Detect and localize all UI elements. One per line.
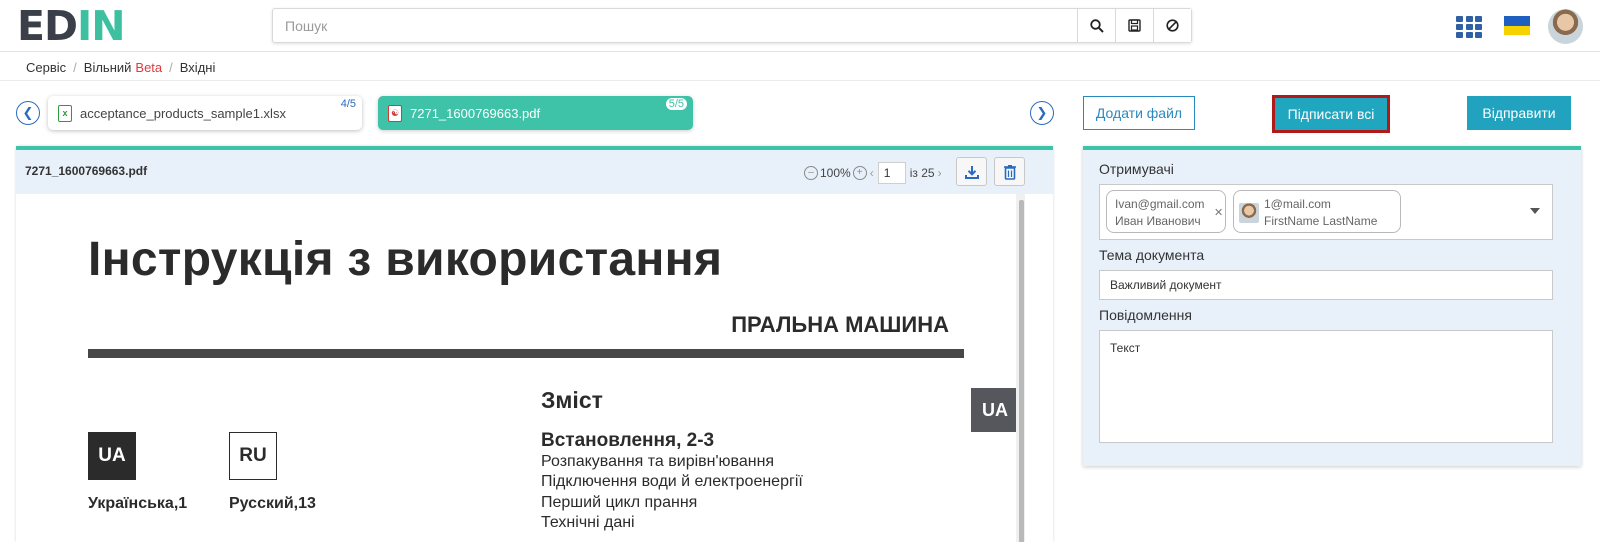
lang-label-ru: Русский,13: [229, 495, 316, 512]
logo-text-part1: ED: [17, 2, 78, 50]
lang-label-ua: Українська,1: [88, 495, 188, 512]
send-button[interactable]: Відправити: [1467, 96, 1571, 130]
doc-title: Інструкція з використання: [88, 233, 723, 286]
zoom-level: 100%: [820, 166, 851, 180]
breadcrumb-separator: /: [73, 59, 77, 75]
breadcrumb-divider: [0, 80, 1600, 81]
recipient-avatar: [1239, 203, 1259, 223]
beta-badge: Beta: [135, 59, 163, 75]
subject-label: Тема документа: [1099, 247, 1205, 263]
recipient-name: Иван Иванович: [1115, 214, 1201, 228]
file-tab-counter: 4/5: [340, 98, 356, 110]
breadcrumb-separator: /: [169, 59, 173, 75]
document-page: Інструкція з використання ПРАЛЬНА МАШИНА…: [16, 194, 1053, 542]
next-file-button[interactable]: ❯: [1030, 101, 1054, 125]
search-input[interactable]: [273, 9, 1077, 42]
breadcrumb-service[interactable]: Сервіс: [26, 60, 66, 75]
chevron-left-icon: ❮: [22, 105, 34, 120]
message-textarea[interactable]: Текст: [1099, 330, 1553, 443]
toc-heading: Зміст: [541, 387, 603, 413]
viewer-toolbar: 7271_1600769663.pdf – 100% + ‹ із 25 ›: [16, 150, 1053, 194]
toc-item: Розпакування та вирівн'ювання: [541, 453, 775, 470]
recipient-chip[interactable]: Ivan@gmail.com Иван Иванович ✕: [1106, 190, 1226, 233]
sign-all-button[interactable]: Підписати всі: [1272, 95, 1390, 133]
zoom-controls: – 100% + ‹ із 25 ›: [804, 162, 942, 184]
toc-item: Технічні дані: [541, 514, 635, 531]
trash-icon: [1003, 164, 1016, 180]
prev-page-icon[interactable]: ‹: [870, 166, 874, 180]
apps-grid-icon[interactable]: [1456, 16, 1482, 38]
recipients-label: Отримувачі: [1099, 161, 1174, 177]
doc-divider: [88, 349, 964, 358]
recipients-select[interactable]: Ivan@gmail.com Иван Иванович ✕ 1@mail.co…: [1099, 184, 1553, 240]
toc-section: Встановлення, 2-3: [541, 430, 715, 451]
excel-file-icon: x: [58, 104, 72, 122]
viewer-file-name: 7271_1600769663.pdf: [25, 164, 148, 178]
search-bar: [272, 8, 1192, 43]
recipient-email: 1@mail.com: [1264, 197, 1331, 211]
add-file-button[interactable]: Додати файл: [1083, 96, 1195, 130]
pdf-file-icon: ☯: [388, 104, 402, 122]
save-search-button[interactable]: [1115, 9, 1153, 42]
lang-box-ua: UA: [88, 432, 136, 480]
user-avatar[interactable]: [1548, 9, 1583, 44]
recipient-name: FirstName LastName: [1264, 214, 1378, 228]
document-viewer: 7271_1600769663.pdf – 100% + ‹ із 25 › І…: [16, 146, 1053, 542]
chevron-right-icon: ❯: [1036, 105, 1048, 120]
clear-search-button[interactable]: [1153, 9, 1191, 42]
page-number-input[interactable]: [877, 162, 906, 184]
ukraine-flag-icon[interactable]: [1504, 16, 1530, 35]
download-icon: [964, 165, 979, 179]
breadcrumb-free[interactable]: Вільний: [84, 60, 132, 75]
top-header: ED IN: [0, 0, 1600, 52]
remove-recipient-icon[interactable]: ✕: [1214, 206, 1223, 219]
subject-input[interactable]: [1099, 270, 1553, 300]
doc-side-tab: UA: [971, 388, 1019, 432]
search-icon: [1089, 18, 1104, 33]
download-button[interactable]: [956, 157, 987, 186]
viewer-scrollbar-thumb[interactable]: [1019, 200, 1024, 542]
recipient-email: Ivan@gmail.com: [1115, 197, 1205, 211]
file-tab-counter: 5/5: [665, 98, 687, 110]
logo-text-part2: IN: [77, 2, 126, 50]
message-label: Повідомлення: [1099, 307, 1192, 323]
file-tab-name: acceptance_products_sample1.xlsx: [80, 105, 286, 121]
next-page-icon[interactable]: ›: [938, 166, 942, 180]
lang-box-ru: RU: [229, 432, 277, 480]
file-tab-xlsx[interactable]: x acceptance_products_sample1.xlsx 4/5: [48, 96, 362, 130]
prev-file-button[interactable]: ❮: [16, 101, 40, 125]
chevron-down-icon[interactable]: [1530, 208, 1540, 214]
delete-file-button[interactable]: [994, 157, 1025, 186]
file-tab-name: 7271_1600769663.pdf: [410, 105, 541, 121]
page-total: із 25: [909, 166, 935, 180]
clear-icon: [1166, 19, 1179, 32]
edin-logo[interactable]: ED IN: [17, 2, 126, 50]
doc-subtitle: ПРАЛЬНА МАШИНА: [731, 312, 949, 337]
file-tab-pdf[interactable]: ☯ 7271_1600769663.pdf 5/5: [378, 96, 693, 130]
zoom-in-icon[interactable]: +: [852, 166, 867, 180]
send-form-panel: Отримувачі Ivan@gmail.com Иван Иванович …: [1083, 146, 1581, 466]
breadcrumb: Сервіс / Вільний Beta / Вхідні: [26, 58, 215, 76]
search-button[interactable]: [1077, 9, 1115, 42]
toc-item: Перший цикл прання: [541, 494, 698, 511]
recipient-chip[interactable]: 1@mail.com FirstName LastName: [1233, 190, 1401, 233]
save-icon: [1128, 19, 1141, 32]
breadcrumb-incoming[interactable]: Вхідні: [180, 60, 216, 75]
zoom-out-icon[interactable]: –: [804, 166, 818, 180]
toc-item: Підключення води й електроенергії: [541, 473, 803, 490]
